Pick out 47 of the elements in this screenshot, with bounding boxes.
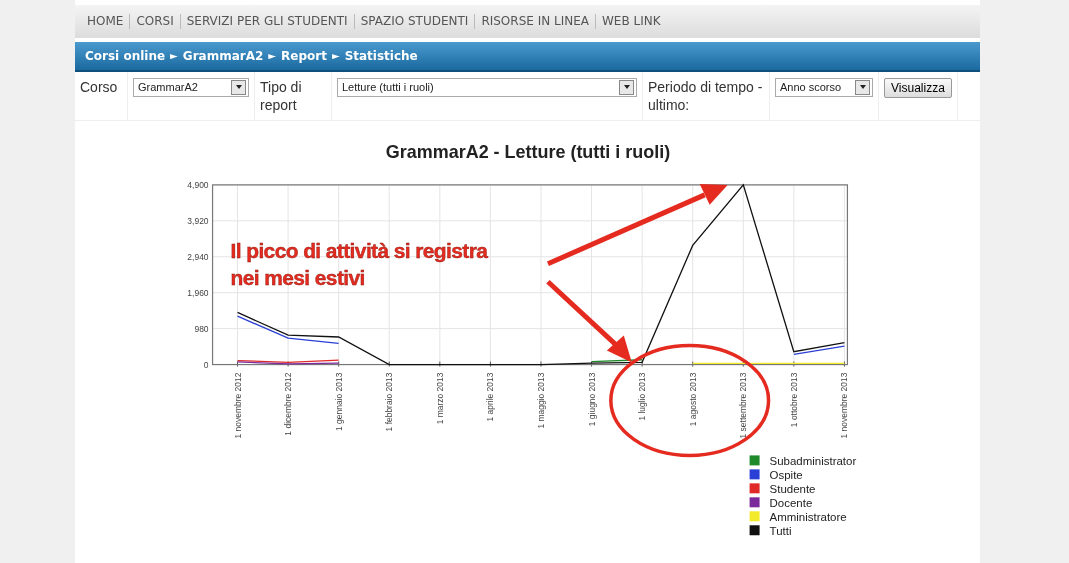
nav-link[interactable]: RISORSE IN LINEA: [481, 14, 589, 29]
breadcrumb-link[interactable]: Statistiche: [344, 48, 418, 63]
dropdown[interactable]: Letture (tutti i ruoli): [337, 77, 637, 97]
field-label: Periodo di tempo - ultimo:: [643, 71, 770, 120]
y-tick-label: 1,960: [187, 287, 209, 298]
x-tick-label: 1 dicembre 2012: [283, 372, 294, 436]
y-tick-label: 0: [203, 359, 209, 370]
nav-link[interactable]: SERVIZI PER GLI STUDENTI: [186, 14, 348, 29]
x-tick-label: 1 febbraio 2013: [384, 372, 395, 432]
x-tick-label: 1 gennaio 2013: [333, 372, 344, 431]
legend-label: Docente: [769, 497, 813, 510]
y-tick-label: 980: [194, 323, 209, 334]
legend-label: Tutti: [769, 525, 792, 538]
legend-label: Amministratore: [769, 511, 847, 524]
x-tick-label: 1 settembre 2013: [738, 372, 749, 439]
dropdown[interactable]: Anno scorso: [775, 77, 873, 97]
breadcrumb-separator: ►: [331, 50, 340, 62]
breadcrumb-separator: ►: [170, 50, 178, 62]
field-label: Corso: [75, 71, 128, 120]
annotation-text: Il picco di attività si registra nei mesi estivi: [230, 238, 488, 289]
legend-label: Studente: [769, 483, 816, 496]
y-tick-label: 4,900: [187, 179, 209, 190]
breadcrumb-link[interactable]: Report: [281, 48, 327, 63]
breadcrumb-link[interactable]: GrammarA2: [182, 48, 264, 63]
chart-title: GrammarA2 - Letture (tutti i ruoli): [385, 141, 671, 162]
nav-link[interactable]: CORSI: [136, 14, 174, 29]
legend-label: Subadministrator: [769, 455, 857, 468]
x-tick-label: 1 aprile 2013: [485, 372, 496, 422]
breadcrumb-separator: ►: [268, 50, 277, 62]
legend-label: Ospite: [769, 469, 803, 482]
nav-link[interactable]: HOME: [87, 14, 124, 29]
field-label: Tipo di report: [255, 71, 332, 120]
x-tick-label: 1 marzo 2013: [434, 372, 445, 425]
x-tick-label: 1 giugno 2013: [586, 372, 597, 427]
x-tick-label: 1 novembre 2012: [232, 372, 243, 439]
nav-link[interactable]: WEB LINK: [602, 14, 661, 29]
nav-link[interactable]: SPAZIO STUDENTI: [360, 14, 469, 29]
submit-button[interactable]: Visualizza: [884, 77, 952, 98]
dropdown[interactable]: GrammarA2: [133, 77, 249, 97]
x-tick-label: 1 ottobre 2013: [788, 372, 799, 427]
x-tick-label: 1 luglio 2013: [637, 372, 648, 421]
y-tick-label: 2,940: [187, 251, 209, 262]
x-tick-label: 1 agosto 2013: [687, 372, 698, 427]
breadcrumb-link[interactable]: Corsi online: [85, 48, 166, 63]
x-tick-label: 1 maggio 2013: [535, 372, 546, 429]
x-tick-label: 1 novembre 2013: [839, 372, 850, 439]
y-tick-label: 3,920: [187, 215, 209, 226]
